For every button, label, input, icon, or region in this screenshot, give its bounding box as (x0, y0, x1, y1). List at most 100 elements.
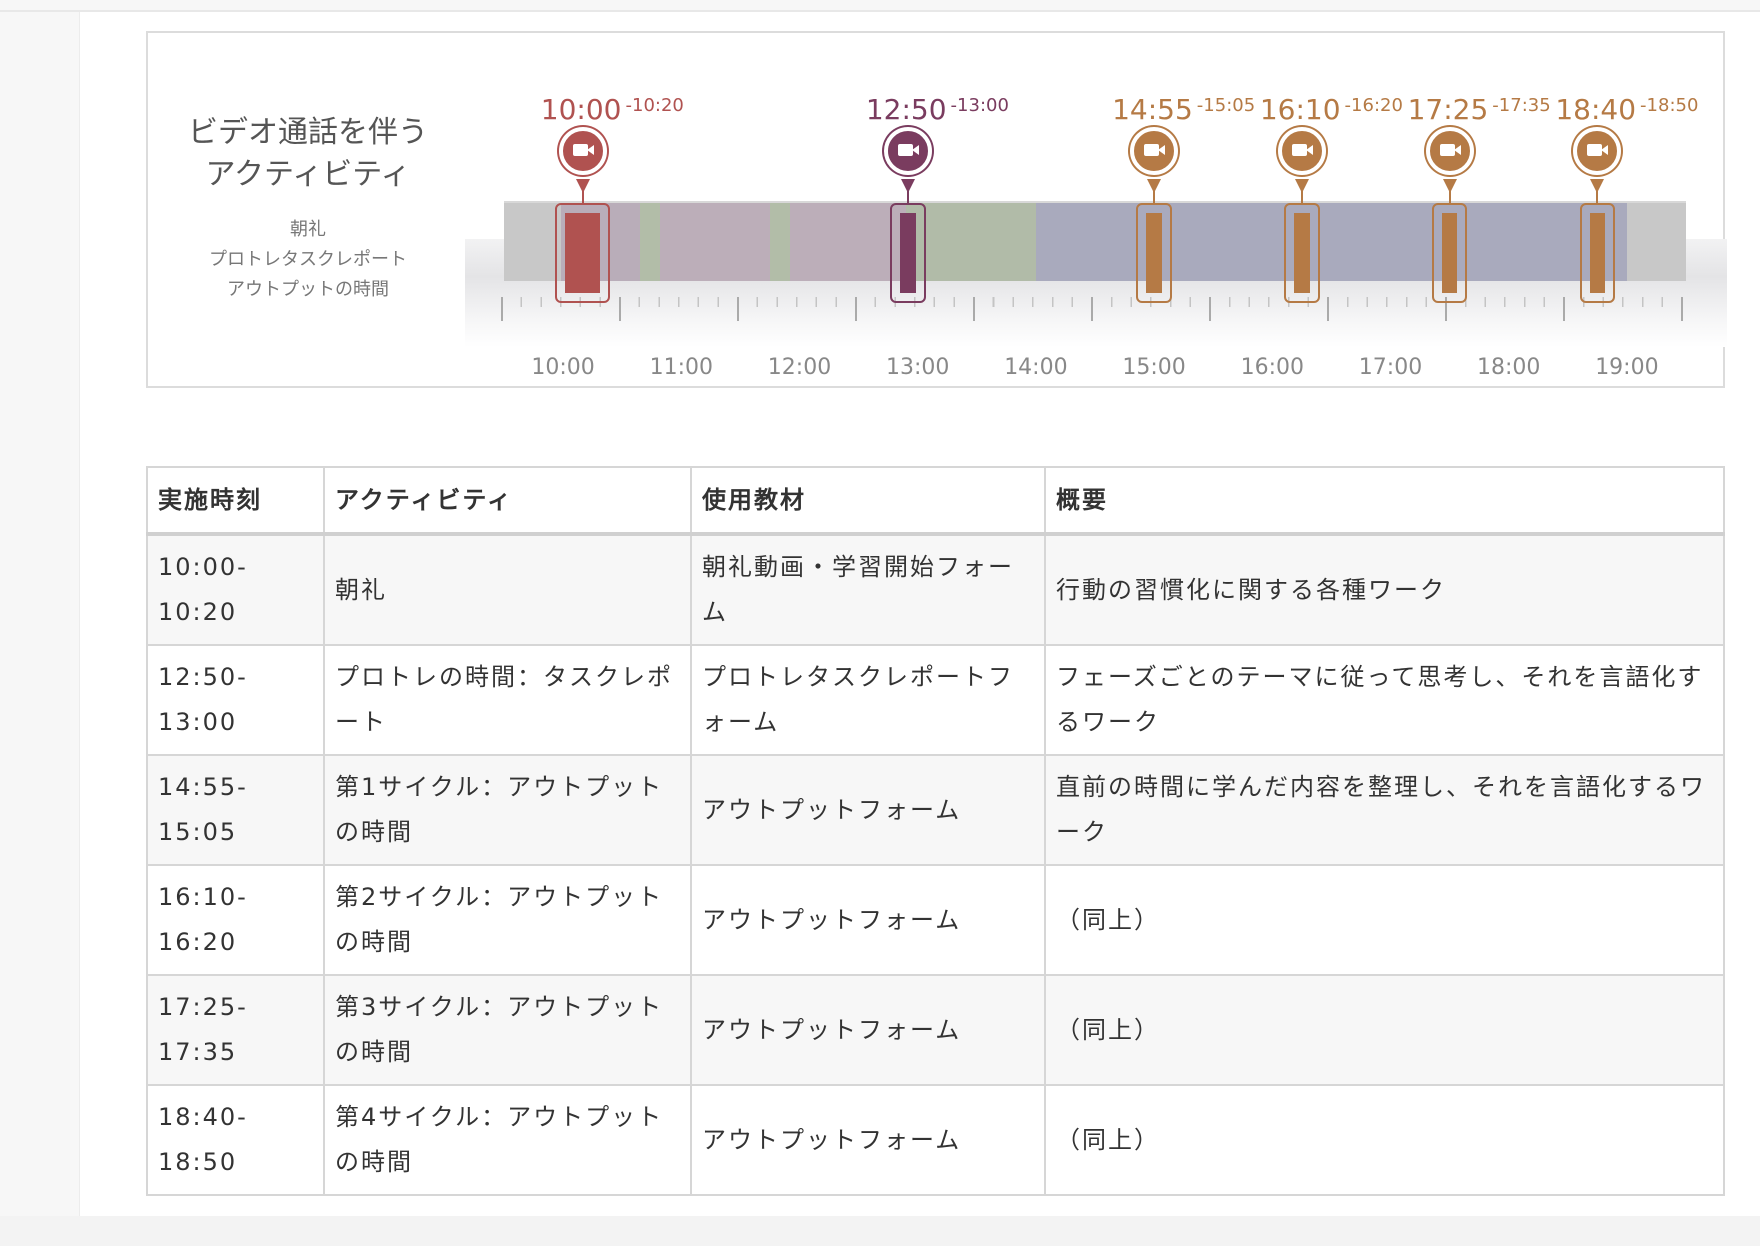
time-end: 13:00 (158, 708, 238, 736)
video-call-slot-bar (899, 213, 916, 293)
video-call-slot-bar (1441, 213, 1458, 293)
timeline-bar (504, 201, 1686, 281)
timeline-legend: 朝礼 プロトレタスクレポート アウトプットの時間 (148, 215, 468, 305)
table-row: 18:40- 18:50 第4サイクル：アウトプットの時間 アウトプットフォーム （同上… (146, 1084, 1725, 1196)
cell-material: 朝礼動画・学習開始フォーム (690, 533, 1046, 646)
video-camera-icon (1425, 127, 1474, 175)
slot-end-time: -16:20 (1344, 95, 1403, 116)
timeline-hour-label: 14:00 (1004, 355, 1068, 380)
video-call-slot-bar (565, 213, 601, 293)
time-start: 18:40- (158, 1103, 248, 1131)
pin-pointer (1147, 179, 1162, 193)
slot-start-time: 12:50 (865, 93, 947, 126)
timeline-hour-label: 11:00 (649, 355, 713, 380)
timeline-block (1035, 203, 1627, 281)
video-camera-icon (1277, 127, 1326, 175)
header-time: 実施時刻 (146, 466, 325, 536)
pin-pointer (1442, 179, 1457, 193)
video-call-time-label: 16:10 -16:20 (1260, 93, 1403, 126)
video-call-slot-highlight (1136, 203, 1172, 303)
slot-end-time: -18:50 (1640, 95, 1699, 116)
timeline-block (769, 203, 791, 281)
timeline-legend-item: 朝礼 (290, 219, 326, 240)
cell-time: 14:55- 15:05 (146, 754, 325, 866)
cell-summary: （同上） (1044, 1084, 1725, 1196)
video-call-slot-highlight (1284, 203, 1320, 303)
cell-summary: 行動の習慣化に関する各種ワーク (1044, 533, 1725, 646)
cell-material: アウトプットフォーム (690, 1084, 1046, 1196)
time-start: 12:50- (158, 663, 248, 691)
cell-activity: 第1サイクル：アウトプットの時間 (323, 754, 692, 866)
cell-time: 10:00- 10:20 (146, 533, 325, 646)
pin-pointer (1590, 179, 1605, 193)
time-end: 15:05 (158, 818, 238, 846)
header-material: 使用教材 (690, 466, 1046, 536)
slot-end-time: -17:35 (1492, 95, 1551, 116)
slot-start-time: 18:40 (1555, 93, 1637, 126)
header-activity: アクティビティ (323, 466, 692, 536)
cell-activity: プロトレの時間：タスクレポート (323, 644, 692, 756)
cell-summary: フェーズごとのテーマに従って思考し、それを言語化するワーク (1044, 644, 1725, 756)
timeline-title-line1: ビデオ通話を伴う (188, 115, 428, 150)
cell-material: アウトプットフォーム (690, 864, 1046, 976)
video-call-time-label: 14:55 -15:05 (1112, 93, 1255, 126)
cell-material: アウトプットフォーム (690, 974, 1046, 1086)
slot-end-time: -10:20 (625, 95, 684, 116)
slot-end-time: -15:05 (1196, 95, 1256, 116)
timeline-hour-label: 19:00 (1595, 355, 1659, 380)
cell-material: プロトレタスクレポートフォーム (690, 644, 1046, 756)
video-call-slot-highlight (555, 203, 611, 303)
header-summary: 概要 (1044, 466, 1725, 536)
video-call-time-label: 10:00 -10:20 (541, 93, 684, 126)
video-camera-icon (883, 127, 932, 175)
cell-activity: 第4サイクル：アウトプットの時間 (323, 1084, 692, 1196)
video-call-slot-highlight (1579, 203, 1616, 303)
cell-time: 16:10- 16:20 (146, 864, 325, 976)
video-call-slot-highlight (1431, 203, 1468, 303)
timeline-hour-label: 17:00 (1358, 355, 1423, 380)
cell-material: アウトプットフォーム (690, 754, 1046, 866)
table-row: 12:50- 13:00 プロトレの時間：タスクレポート プロトレタスクレポートフォー… (146, 644, 1725, 756)
cell-activity: 第2サイクル：アウトプットの時間 (323, 864, 692, 976)
table-row: 10:00- 10:20 朝礼 朝礼動画・学習開始フォーム 行動の習慣化に関する各種ワー… (146, 533, 1725, 646)
timeline-legend-item: アウトプットの時間 (227, 279, 389, 300)
time-end: 17:35 (158, 1038, 238, 1066)
timeline-axis-ticks (501, 297, 1686, 321)
schedule-table: 実施時刻 アクティビティ 使用教材 概要 10:00- 10:20 朝礼 朝礼動画・学… (146, 466, 1725, 1196)
pin-pointer (1294, 179, 1309, 193)
timeline-block (790, 203, 906, 281)
pin-pointer (575, 179, 590, 193)
timeline-hour-label: 13:00 (885, 355, 950, 380)
timeline-hour-label: 16:00 (1240, 355, 1304, 380)
cell-time: 18:40- 18:50 (146, 1084, 325, 1196)
slot-start-time: 10:00 (540, 93, 622, 126)
table-row: 17:25- 17:35 第3サイクル：アウトプットの時間 アウトプットフォーム （同上… (146, 974, 1725, 1086)
table-row: 16:10- 16:20 第2サイクル：アウトプットの時間 アウトプットフォーム （同上… (146, 864, 1725, 976)
video-call-slot-highlight (889, 203, 926, 303)
video-call-timeline-panel: ビデオ通話を伴う アクティビティ 朝礼 プロトレタスクレポート アウトプットの時… (146, 31, 1727, 388)
video-call-slot-bar (1146, 213, 1162, 293)
slot-start-time: 14:55 (1112, 93, 1193, 126)
timeline-hour-label: 10:00 (531, 355, 595, 380)
cell-time: 17:25- 17:35 (146, 974, 325, 1086)
slot-end-time: -13:00 (950, 95, 1009, 116)
video-call-slot-bar (1294, 213, 1310, 293)
timeline-block (660, 203, 770, 281)
timeline-block (639, 203, 661, 281)
time-end: 18:50 (158, 1148, 238, 1176)
timeline-legend-item: プロトレタスクレポート (209, 249, 407, 270)
cell-summary: （同上） (1044, 974, 1725, 1086)
time-end: 16:20 (158, 928, 238, 956)
cell-activity: 朝礼 (323, 533, 692, 646)
timeline-hour-label: 15:00 (1122, 355, 1186, 380)
time-end: 10:20 (158, 598, 238, 626)
timeline-block (1626, 203, 1686, 281)
page-bottom-area (0, 1216, 1760, 1246)
time-start: 16:10- (158, 883, 248, 911)
time-start: 14:55- (158, 773, 248, 801)
table-row: 14:55- 15:05 第1サイクル：アウトプットの時間 アウトプットフォーム 直前の… (146, 754, 1725, 866)
slot-start-time: 16:10 (1259, 93, 1341, 126)
time-start: 17:25- (158, 993, 248, 1021)
cell-summary: 直前の時間に学んだ内容を整理し、それを言語化するワーク (1044, 754, 1725, 866)
video-camera-icon (1573, 127, 1622, 175)
